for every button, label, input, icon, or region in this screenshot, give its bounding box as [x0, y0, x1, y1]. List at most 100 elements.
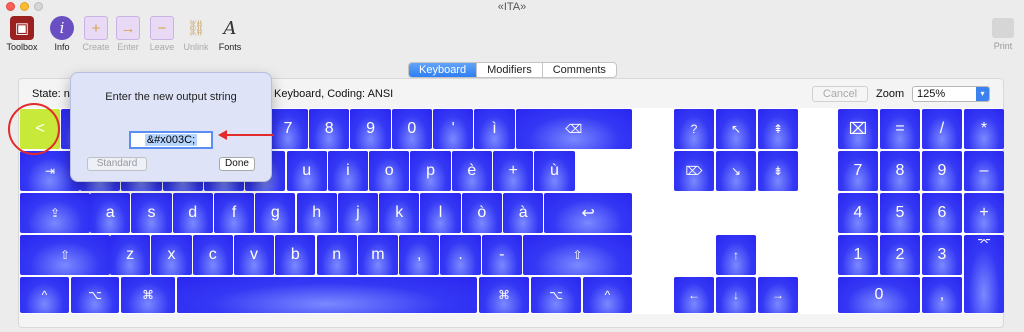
numpad-key-comma[interactable]: , [922, 277, 962, 313]
numpad-key-8[interactable]: 4 [838, 193, 878, 233]
tab-comments[interactable]: Comments [543, 63, 616, 77]
key-control-right[interactable]: ^ [583, 277, 632, 313]
unlink-icon: ⛓ [186, 20, 206, 37]
key-page-down[interactable]: ⇟ [758, 151, 798, 191]
key-row3-2[interactable]: s [131, 193, 172, 233]
numpad-key-4[interactable]: 7 [838, 151, 878, 191]
standard-button[interactable]: Standard [87, 157, 147, 171]
key-caps-lock[interactable]: ⇪ [20, 193, 90, 233]
cancel-button[interactable]: Cancel [812, 86, 868, 102]
fonts-button[interactable]: A Fonts [212, 16, 248, 53]
key-row1-10[interactable]: ' [433, 109, 474, 149]
key-shift-left[interactable]: ⇧ [20, 235, 110, 275]
key-row4-9[interactable]: . [440, 235, 481, 275]
key-row4-7[interactable]: m [357, 235, 399, 275]
key-row3-9[interactable]: l [420, 193, 461, 233]
numpad-key-10[interactable]: 6 [922, 193, 962, 233]
zoom-select[interactable]: 125% ▾ [912, 86, 990, 102]
key-row1-7[interactable]: 8 [309, 109, 350, 149]
key-command-left[interactable]: ⌘ [121, 277, 175, 313]
key-row3-4[interactable]: f [213, 193, 255, 233]
key-row2-9[interactable]: p [410, 151, 451, 191]
key-row1-8[interactable]: 9 [350, 109, 391, 149]
key-row2-10[interactable]: è [451, 151, 492, 191]
key-row2-8[interactable]: o [369, 151, 410, 191]
leave-button[interactable]: − Leave [144, 16, 180, 52]
key-row4-3[interactable]: c [192, 235, 233, 275]
print-button[interactable]: Print [988, 18, 1018, 51]
key-row2-7[interactable]: i [327, 151, 369, 191]
numpad-key-1[interactable]: 1 [838, 235, 878, 275]
create-icon: + [84, 16, 108, 40]
key-row3-8[interactable]: k [379, 193, 420, 233]
numpad-key-9[interactable]: 5 [880, 193, 920, 233]
key-home[interactable]: ↖ [716, 109, 756, 149]
key-row2-6[interactable]: u [286, 151, 327, 191]
key-end[interactable]: ↘ [716, 151, 756, 191]
key-row4-2[interactable]: x [151, 235, 192, 275]
tab-modifiers[interactable]: Modifiers [477, 63, 543, 77]
key-option-right[interactable]: ⌥ [531, 277, 581, 313]
key-space[interactable] [177, 277, 477, 313]
numpad-key-1[interactable]: = [880, 109, 920, 149]
key-row1-11[interactable]: ì [474, 109, 515, 149]
key-row4-1[interactable]: z [110, 235, 151, 275]
key-row3-7[interactable]: j [337, 193, 379, 233]
key-arrow-down[interactable]: ↓ [716, 277, 756, 313]
key-row4-8[interactable]: , [399, 235, 440, 275]
key-arrow-up[interactable]: ↑ [716, 235, 756, 275]
key-forward-delete[interactable]: ⌦ [674, 151, 714, 191]
key-row4-5[interactable]: b [275, 235, 316, 275]
enter-icon: → [116, 16, 140, 40]
numpad-key-2[interactable]: 2 [880, 235, 920, 275]
key-row2-12[interactable]: ù [534, 151, 575, 191]
output-string-input[interactable]: &#x003C; [129, 131, 213, 149]
key-row3-5[interactable]: g [255, 193, 296, 233]
key-page-up[interactable]: ⇞ [758, 109, 798, 149]
numpad-key-enter[interactable]: ⌤ [964, 235, 1004, 313]
key-row3-3[interactable]: d [172, 193, 213, 233]
zoom-window-icon[interactable] [34, 2, 43, 11]
numpad-key-6[interactable]: 9 [922, 151, 962, 191]
key-delete[interactable]: ⌫ [515, 109, 632, 149]
key-row1-6[interactable]: 7 [267, 109, 309, 149]
key-control-left[interactable]: ^ [20, 277, 69, 313]
zoom-value: 125% [917, 88, 946, 100]
key-row3-11[interactable]: à [503, 193, 544, 233]
create-button[interactable]: + Create [78, 16, 114, 52]
key-row4-4[interactable]: v [233, 235, 275, 275]
key-help[interactable]: ? [674, 109, 714, 149]
numpad-key-5[interactable]: 8 [880, 151, 920, 191]
tab-keyboard[interactable]: Keyboard [409, 63, 478, 77]
info-button[interactable]: i Info [44, 16, 80, 52]
coding-label: Keyboard, Coding: ANSI [274, 88, 394, 100]
key-row3-6[interactable]: h [296, 193, 337, 233]
close-window-icon[interactable] [6, 2, 15, 11]
key-arrow-right[interactable]: → [758, 277, 798, 313]
key-command-right[interactable]: ⌘ [479, 277, 529, 313]
numpad-key-0[interactable]: 0 [838, 277, 920, 313]
unlink-button[interactable]: ⛓ Unlink [178, 16, 214, 52]
key-row3-10[interactable]: ò [461, 193, 502, 233]
toolbox-button[interactable]: ▣ Toolbox [4, 16, 40, 52]
key-return[interactable]: ↩ [544, 193, 632, 233]
numpad-key-3[interactable]: * [964, 109, 1004, 149]
enter-button[interactable]: → Enter [110, 16, 146, 52]
done-button[interactable]: Done [219, 157, 255, 171]
numpad-key-0[interactable]: ⌧ [838, 109, 878, 149]
key-row2-11[interactable]: + [493, 151, 534, 191]
key-row4-10[interactable]: - [481, 235, 522, 275]
state-label: State: n [32, 88, 70, 100]
key-shift-right[interactable]: ⇧ [523, 235, 632, 275]
info-icon: i [50, 16, 74, 40]
key-row1-9[interactable]: 0 [391, 109, 432, 149]
key-option-left[interactable]: ⌥ [71, 277, 119, 313]
numpad-key-7[interactable]: – [964, 151, 1004, 191]
minimize-window-icon[interactable] [20, 2, 29, 11]
numpad-key-2[interactable]: / [922, 109, 962, 149]
key-row3-1[interactable]: a [90, 193, 131, 233]
numpad-key-11[interactable]: + [964, 193, 1004, 233]
key-row4-6[interactable]: n [316, 235, 357, 275]
numpad-key-3[interactable]: 3 [922, 235, 962, 275]
key-arrow-left[interactable]: ← [674, 277, 714, 313]
